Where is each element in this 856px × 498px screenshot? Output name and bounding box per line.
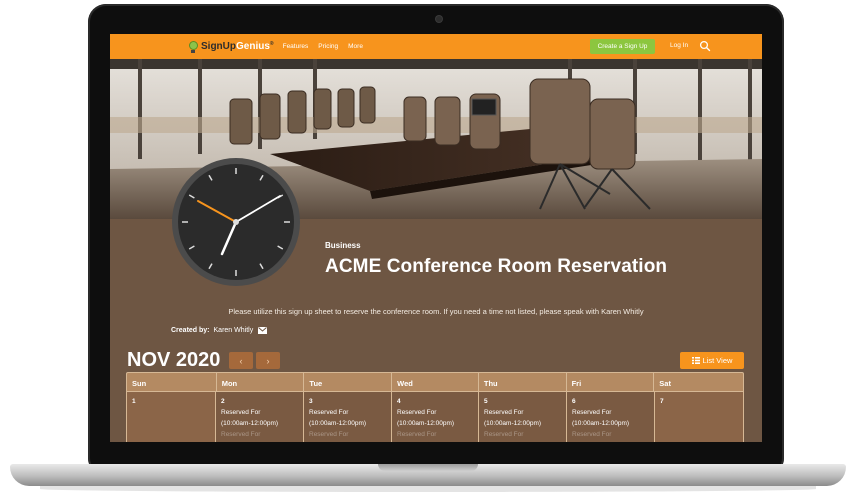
slot-time: (10:00am-12:00pm) <box>309 420 367 427</box>
day-cell[interactable]: 1 <box>126 392 216 442</box>
day-number: 1 <box>132 398 136 405</box>
slot-time: (10:00am-12:00pm) <box>572 420 630 427</box>
calendar-grid: Sun Mon Tue Wed Thu Fri Sat 1 2 Reserved… <box>126 372 744 442</box>
page-title: ACME Conference Room Reservation <box>325 256 668 277</box>
weekday-mon: Mon <box>217 373 305 391</box>
mail-icon[interactable] <box>258 327 268 334</box>
login-link[interactable]: Log In <box>670 42 688 49</box>
day-number: 5 <box>484 398 488 405</box>
day-number: 7 <box>660 398 664 405</box>
laptop-notch <box>378 464 478 471</box>
day-number: 6 <box>572 398 576 405</box>
navbar: SignUpGenius® Features Pricing More Crea… <box>110 34 762 59</box>
weekday-sat: Sat <box>659 379 671 388</box>
slot-label[interactable]: Reserved For <box>484 407 561 418</box>
nav-features[interactable]: Features <box>283 43 309 50</box>
next-month-button[interactable]: › <box>256 352 280 369</box>
list-view-label: List View <box>702 356 733 365</box>
screen: SignUpGenius® Features Pricing More Crea… <box>110 34 762 442</box>
search-icon[interactable] <box>699 40 711 52</box>
slot-label-extra[interactable]: Reserved For <box>309 429 386 440</box>
signupgenius-logo[interactable]: SignUpGenius® <box>188 40 274 53</box>
day-cell[interactable]: 4 Reserved For (10:00am-12:00pm) Reserve… <box>392 392 479 442</box>
created-by-label: Created by: <box>171 327 210 334</box>
day-cell[interactable]: 2 Reserved For (10:00am-12:00pm) Reserve… <box>216 392 304 442</box>
clock-icon <box>172 158 300 286</box>
slot-label[interactable]: Reserved For <box>397 407 473 418</box>
calendar-week-row: 1 2 Reserved For (10:00am-12:00pm) Reser… <box>126 392 744 442</box>
month-label: NOV 2020 <box>127 349 221 371</box>
day-cell[interactable]: 3 Reserved For (10:00am-12:00pm) Reserve… <box>304 392 392 442</box>
weekday-header: Sun Mon Tue Wed Thu Fri Sat <box>126 372 744 392</box>
slot-label-extra[interactable]: Reserved For <box>397 429 473 440</box>
day-cell[interactable]: 7 <box>655 392 744 442</box>
weekday-fri: Fri <box>567 373 655 391</box>
slot-label-extra[interactable]: Reserved For <box>572 429 649 440</box>
weekday-tue: Tue <box>304 373 393 391</box>
slot-time: (10:00am-12:00pm) <box>397 420 455 427</box>
nav-pricing[interactable]: Pricing <box>318 43 338 50</box>
lightbulb-icon <box>188 40 198 53</box>
description-text: Please utilize this sign up sheet to res… <box>228 307 644 316</box>
create-signup-button[interactable]: Create a Sign Up <box>590 39 655 54</box>
slot-label[interactable]: Reserved For <box>221 407 298 418</box>
day-number: 4 <box>397 398 401 405</box>
nav-links: Features Pricing More <box>283 43 373 50</box>
weekday-sun: Sun <box>127 373 217 391</box>
day-number: 2 <box>221 398 225 405</box>
slot-time: (10:00am-12:00pm) <box>221 420 279 427</box>
day-number: 3 <box>309 398 313 405</box>
prev-month-button[interactable]: ‹ <box>229 352 253 369</box>
slot-label[interactable]: Reserved For <box>572 407 649 418</box>
created-by: Created by: Karen Whitly <box>171 327 268 334</box>
day-cell[interactable]: 5 Reserved For (10:00am-12:00pm) Reserve… <box>479 392 567 442</box>
slot-label[interactable]: Reserved For <box>309 407 386 418</box>
weekday-thu: Thu <box>479 373 567 391</box>
slot-label-extra[interactable]: Reserved For <box>221 429 298 440</box>
nav-more[interactable]: More <box>348 43 363 50</box>
slot-label-extra[interactable]: Reserved For <box>484 429 561 440</box>
webcam <box>436 16 442 22</box>
day-cell[interactable]: 6 Reserved For (10:00am-12:00pm) Reserve… <box>567 392 655 442</box>
creator-name: Karen Whitly <box>213 327 254 334</box>
list-view-button[interactable]: List View <box>680 352 744 369</box>
laptop-shadow <box>40 486 816 492</box>
list-icon <box>691 357 700 364</box>
weekday-wed: Wed <box>392 373 479 391</box>
slot-time: (10:00am-12:00pm) <box>484 420 542 427</box>
logo-text: SignUpGenius® <box>201 41 274 52</box>
category-label: Business <box>325 241 361 250</box>
